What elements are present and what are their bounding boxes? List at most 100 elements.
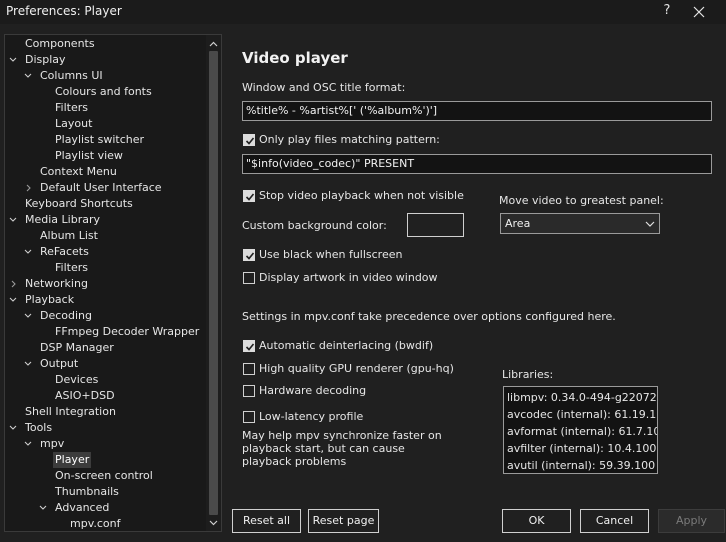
title-format-label: Window and OSC title format:: [242, 81, 406, 94]
tree-item[interactable]: Keyboard Shortcuts: [5, 196, 207, 212]
tree-item[interactable]: mpv: [5, 436, 207, 452]
tree-item-label: ReFacets: [40, 245, 89, 258]
tree-item[interactable]: Filters: [5, 260, 207, 276]
use-black-fullscreen-checkbox[interactable]: Use black when fullscreen: [243, 248, 443, 263]
tree-item[interactable]: Decoding: [5, 308, 207, 324]
chevron-down-icon: [9, 217, 17, 222]
apply-button[interactable]: Apply: [658, 509, 725, 533]
move-video-value: Area: [505, 217, 531, 230]
tree-item-label: Shell Integration: [25, 405, 116, 418]
checkbox-box[interactable]: [243, 134, 255, 146]
tree-item[interactable]: Networking: [5, 276, 207, 292]
hq-gpu-renderer-checkbox[interactable]: High quality GPU renderer (gpu-hq): [243, 362, 463, 377]
hardware-decoding-checkbox[interactable]: Hardware decoding: [243, 384, 443, 399]
tree-item[interactable]: Layout: [5, 116, 207, 132]
scroll-thumb[interactable]: [209, 51, 218, 515]
tree-item[interactable]: FFmpeg Decoder Wrapper: [5, 324, 207, 340]
expand-toggle[interactable]: [23, 436, 33, 452]
title-format-input[interactable]: %title% - %artist%[' ('%album%')']: [242, 101, 712, 121]
checkbox-box[interactable]: [243, 190, 255, 202]
custom-bg-color-swatch[interactable]: [407, 213, 464, 237]
tree-item[interactable]: Components: [5, 36, 207, 52]
expand-toggle[interactable]: [8, 52, 18, 68]
checkbox-box[interactable]: [243, 340, 255, 352]
tree-item-label: Album List: [40, 229, 98, 242]
expand-toggle[interactable]: [23, 68, 33, 84]
scroll-down-button[interactable]: [206, 516, 221, 530]
tree-item[interactable]: Filters: [5, 100, 207, 116]
checkmark-icon: [245, 137, 255, 145]
ok-button[interactable]: OK: [502, 509, 571, 533]
expand-toggle[interactable]: [38, 500, 48, 516]
use-black-fullscreen-label: Use black when fullscreen: [259, 248, 403, 261]
pattern-input[interactable]: "$info(video_codec)" PRESENT: [242, 154, 712, 174]
expand-toggle[interactable]: [23, 308, 33, 324]
tree-item[interactable]: mpv.conf: [5, 516, 207, 531]
chevron-down-icon: [24, 313, 32, 318]
tree-item-label: Default User Interface: [40, 181, 162, 194]
reset-page-button[interactable]: Reset page: [308, 509, 379, 533]
tree-item[interactable]: ASIO+DSD: [5, 388, 207, 404]
scroll-up-button[interactable]: [206, 37, 221, 51]
checkbox-box[interactable]: [243, 411, 255, 423]
tree-scrollbar[interactable]: [206, 35, 221, 531]
tree-item[interactable]: Playlist switcher: [5, 132, 207, 148]
tree-item[interactable]: Advanced: [5, 500, 207, 516]
checkbox-box[interactable]: [243, 272, 255, 284]
tree-item[interactable]: Player: [5, 452, 207, 468]
hardware-decoding-label: Hardware decoding: [259, 384, 367, 397]
tree-item-label: Tools: [25, 421, 53, 434]
tree-item[interactable]: Colours and fonts: [5, 84, 207, 100]
tree-item[interactable]: Output: [5, 356, 207, 372]
move-video-dropdown[interactable]: Area: [500, 213, 660, 234]
tree-item[interactable]: DSP Manager: [5, 340, 207, 356]
expand-toggle[interactable]: [8, 420, 18, 436]
tree-item[interactable]: Context Menu: [5, 164, 207, 180]
tree-item[interactable]: Tools: [5, 420, 207, 436]
help-button[interactable]: ?: [660, 3, 674, 18]
chevron-right-icon: [11, 280, 16, 288]
custom-bg-label: Custom background color:: [242, 219, 387, 232]
checkmark-icon: [245, 252, 255, 260]
tree-item-label: Playback: [25, 293, 75, 306]
tree-item[interactable]: Display: [5, 52, 207, 68]
checkbox-box[interactable]: [243, 363, 255, 375]
tree-item[interactable]: Devices: [5, 372, 207, 388]
collapse-toggle[interactable]: [23, 180, 33, 196]
tree-item-label: FFmpeg Decoder Wrapper: [55, 325, 200, 338]
tree-item[interactable]: Columns UI: [5, 68, 207, 84]
tree-item[interactable]: Playlist view: [5, 148, 207, 164]
tree-item[interactable]: Media Library: [5, 212, 207, 228]
only-play-matching-checkbox[interactable]: Only play files matching pattern:: [243, 133, 463, 148]
expand-toggle[interactable]: [23, 356, 33, 372]
low-latency-checkbox[interactable]: Low-latency profile: [243, 410, 443, 425]
move-video-label: Move video to greatest panel:: [499, 194, 664, 207]
expand-toggle[interactable]: [8, 212, 18, 228]
reset-all-button[interactable]: Reset all: [232, 509, 301, 533]
tree-item[interactable]: Album List: [5, 228, 207, 244]
libraries-list[interactable]: libmpv: 0.34.0-494-g2207236aaa avcodec (…: [503, 386, 658, 474]
list-item: avutil (internal): 59.39.100: [507, 459, 656, 472]
chevron-down-icon: [9, 425, 17, 430]
close-button[interactable]: [676, 0, 722, 24]
tree-item[interactable]: Playback: [5, 292, 207, 308]
display-artwork-checkbox[interactable]: Display artwork in video window: [243, 271, 463, 286]
tree-item[interactable]: Thumbnails: [5, 484, 207, 500]
collapse-toggle[interactable]: [8, 276, 18, 292]
tree-item[interactable]: Default User Interface: [5, 180, 207, 196]
preferences-tree[interactable]: Components Display Columns UI Colours and f…: [4, 34, 222, 532]
expand-toggle[interactable]: [8, 292, 18, 308]
hq-gpu-renderer-label: High quality GPU renderer (gpu-hq): [259, 362, 454, 375]
tree-item[interactable]: ReFacets: [5, 244, 207, 260]
tree-item[interactable]: Shell Integration: [5, 404, 207, 420]
cancel-button[interactable]: Cancel: [580, 509, 649, 533]
tree-item[interactable]: On-screen control: [5, 468, 207, 484]
checkbox-box[interactable]: [243, 249, 255, 261]
low-latency-label: Low-latency profile: [259, 410, 364, 423]
chevron-up-icon: [209, 41, 218, 47]
expand-toggle[interactable]: [23, 244, 33, 260]
checkmark-icon: [245, 193, 255, 201]
checkbox-box[interactable]: [243, 385, 255, 397]
auto-deinterlace-checkbox[interactable]: Automatic deinterlacing (bwdif): [243, 339, 463, 354]
stop-playback-checkbox[interactable]: Stop video playback when not visible: [243, 189, 473, 204]
